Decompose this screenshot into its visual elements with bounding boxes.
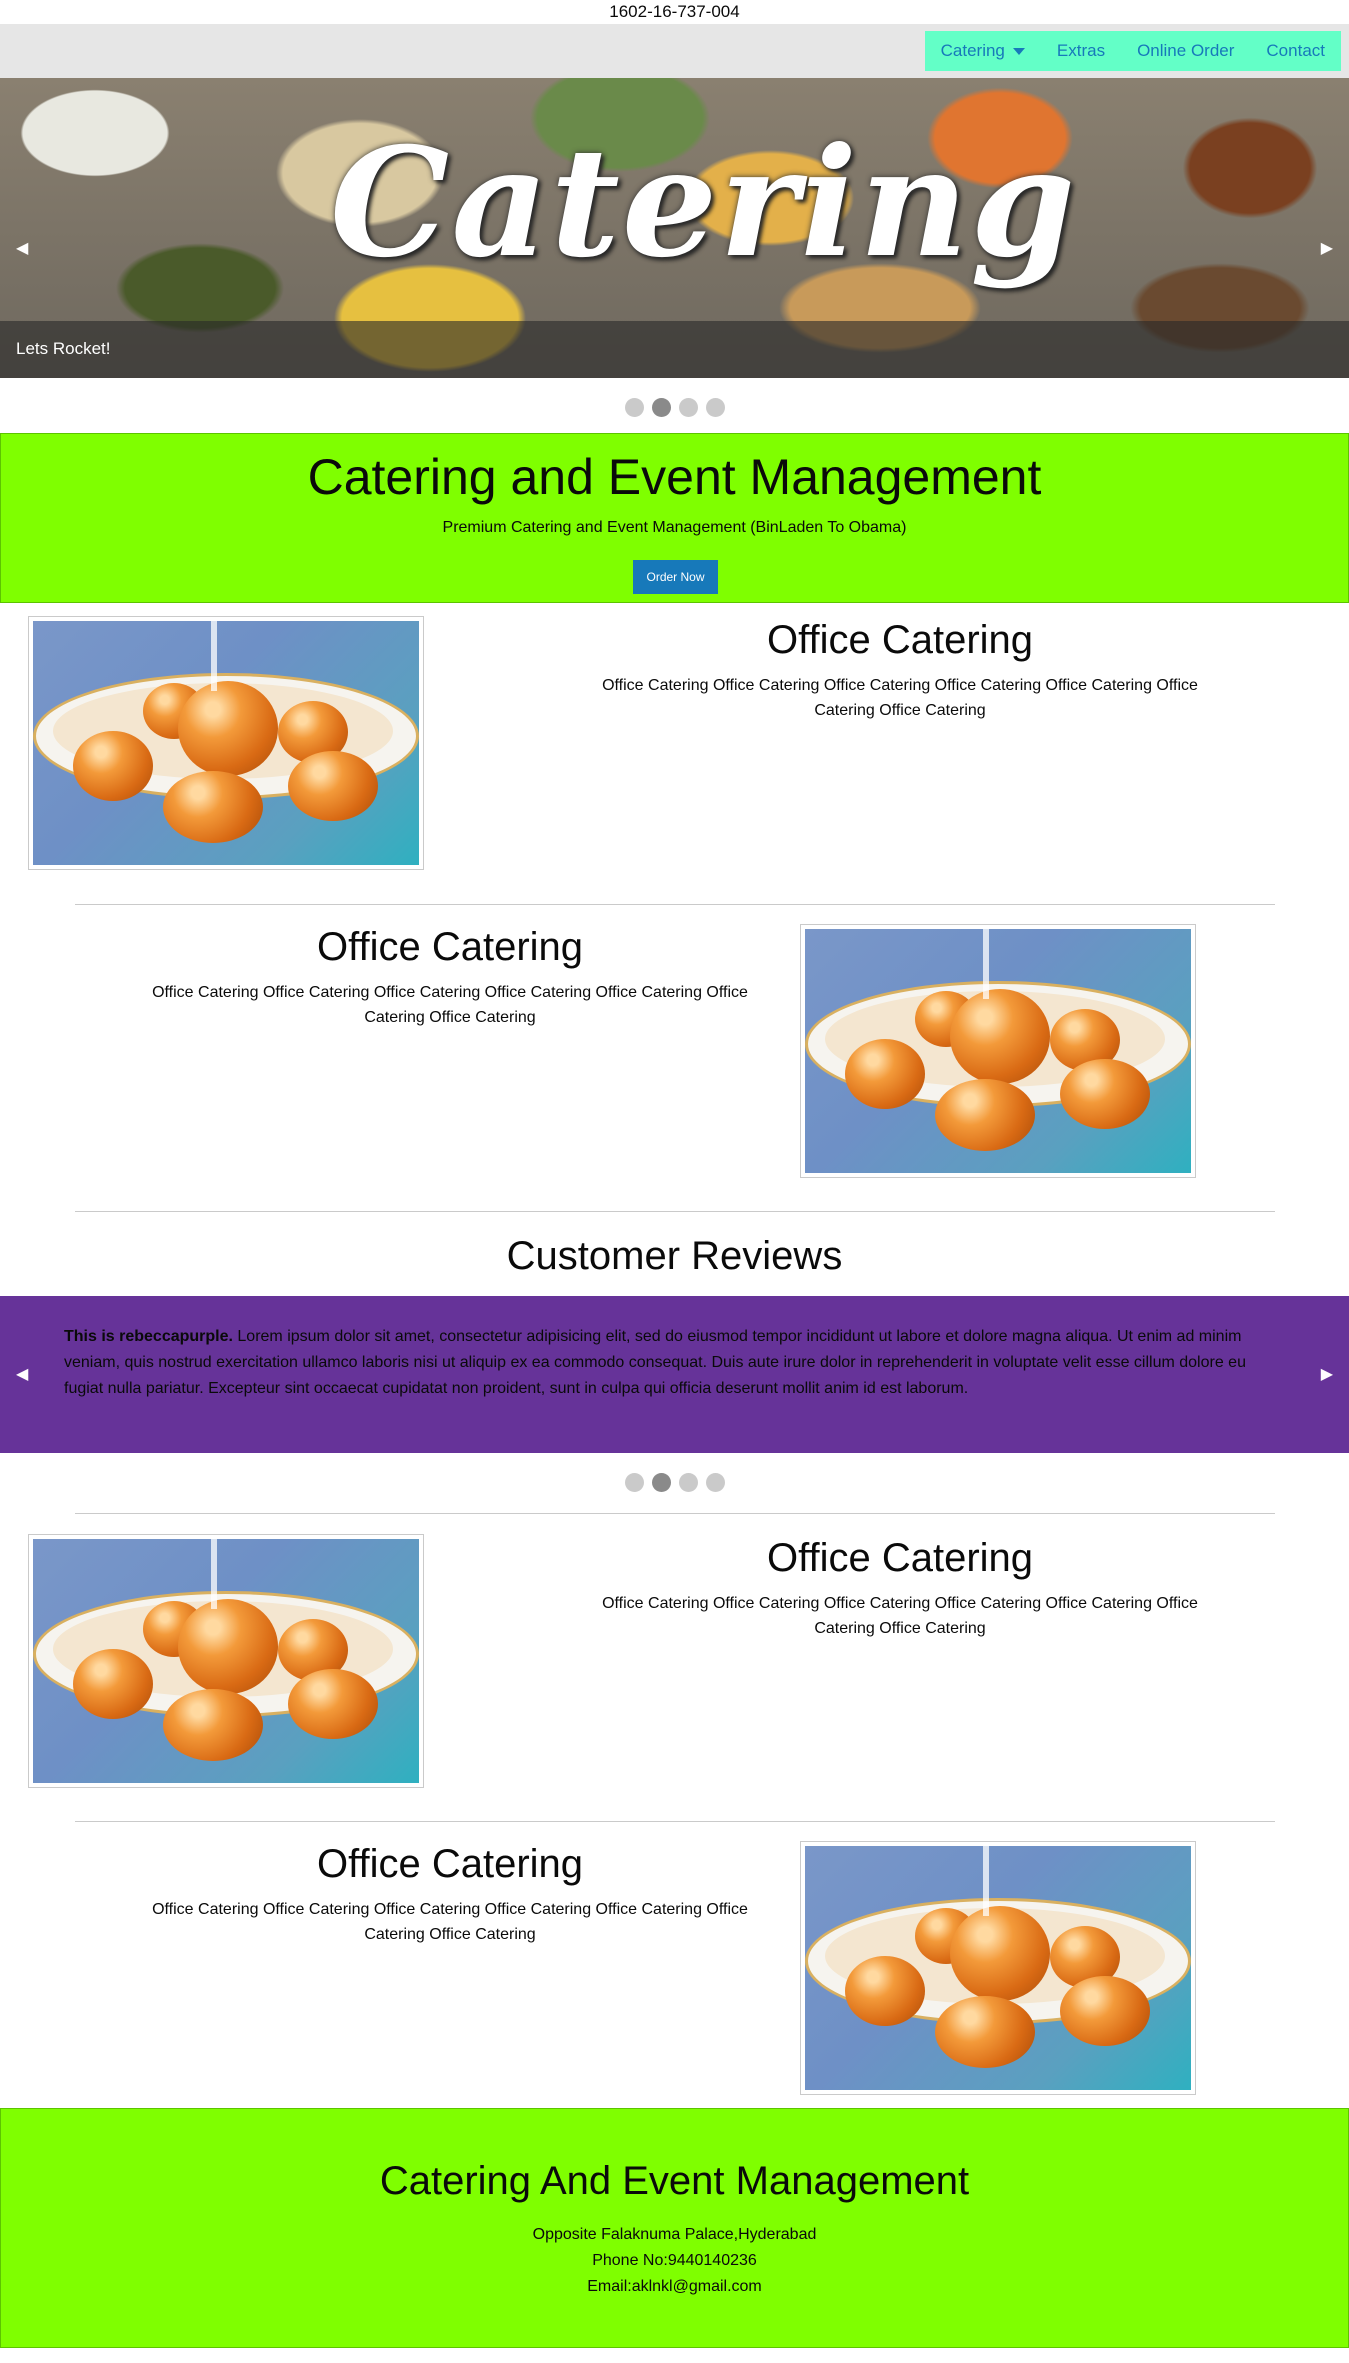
feature-image	[800, 1841, 1196, 2095]
caret-down-icon	[1012, 47, 1025, 55]
divider	[75, 1821, 1275, 1822]
slide-dot-active[interactable]	[651, 1473, 671, 1492]
banner-subtitle: Premium Catering and Event Management (B…	[442, 519, 907, 536]
review-slide-dots	[0, 1473, 1349, 1492]
slide-dot[interactable]	[678, 398, 698, 417]
review-next-arrow-icon[interactable]: ▶	[1321, 1364, 1333, 1384]
nav-item-catering[interactable]: Catering	[925, 31, 1041, 71]
nav-menu: Catering Extras Online Order Contact	[924, 31, 1341, 71]
gulab-jamun-photo	[805, 929, 1191, 1173]
divider	[75, 904, 1275, 905]
nav-item-contact[interactable]: Contact	[1250, 31, 1341, 71]
feature-title: Office Catering	[316, 1842, 584, 1886]
footer-phone: Phone No:9440140236	[592, 2252, 757, 2269]
feature-image	[28, 616, 424, 870]
hero-caption: Lets Rocket!	[16, 339, 111, 358]
nav-item-label: Catering	[940, 41, 1005, 60]
feature-block: Office Catering Office Catering Office C…	[580, 618, 1220, 723]
divider	[75, 1211, 1275, 1212]
slide-dot-active[interactable]	[651, 398, 671, 417]
hero-caption-bar: Lets Rocket!	[0, 321, 1349, 378]
feature-title: Office Catering	[766, 1536, 1034, 1580]
gulab-jamun-photo	[805, 1846, 1191, 2090]
order-now-button[interactable]: Order Now	[633, 560, 718, 594]
slide-dot[interactable]	[705, 1473, 725, 1492]
hero-banner: Catering and Event Management Premium Ca…	[0, 433, 1349, 603]
review-prev-arrow-icon[interactable]: ◀	[16, 1364, 28, 1384]
review-text: This is rebeccapurple. Lorem ipsum dolor…	[64, 1324, 1264, 1402]
divider	[75, 1513, 1275, 1514]
footer: Catering And Event Management Opposite F…	[0, 2108, 1349, 2348]
footer-email: Email:aklnkl@gmail.com	[587, 2278, 762, 2295]
review-bold: This is rebeccapurple.	[64, 1328, 233, 1345]
slide-dot[interactable]	[624, 1473, 644, 1492]
feature-block: Office Catering Office Catering Office C…	[580, 1536, 1220, 1641]
feature-text: Office Catering Office Catering Office C…	[152, 984, 748, 1026]
feature-image	[28, 1534, 424, 1788]
footer-address: Opposite Falaknuma Palace,Hyderabad	[532, 2226, 817, 2243]
feature-title: Office Catering	[766, 618, 1034, 662]
phone-number: 1602-16-737-004	[609, 2, 740, 21]
feature-text: Office Catering Office Catering Office C…	[602, 677, 1198, 719]
feature-block: Office Catering Office Catering Office C…	[130, 925, 770, 1030]
review-body: Lorem ipsum dolor sit amet, consectetur …	[64, 1328, 1246, 1397]
slide-dot[interactable]	[624, 398, 644, 417]
feature-title: Office Catering	[316, 925, 584, 969]
banner-title: Catering and Event Management	[307, 449, 1042, 505]
gulab-jamun-photo	[33, 621, 419, 865]
slide-dot[interactable]	[705, 398, 725, 417]
hero-next-arrow-icon[interactable]: ▶	[1321, 238, 1333, 258]
feature-text: Office Catering Office Catering Office C…	[152, 1901, 748, 1943]
slide-dot[interactable]	[678, 1473, 698, 1492]
nav-item-extras[interactable]: Extras	[1041, 31, 1121, 71]
hero-slide-dots	[0, 398, 1349, 417]
hero-slider: Catering Lets Rocket! ◀ ▶	[0, 78, 1349, 378]
feature-image	[800, 924, 1196, 1178]
nav-item-online-order[interactable]: Online Order	[1121, 31, 1250, 71]
top-navbar: Catering Extras Online Order Contact	[0, 24, 1349, 78]
hero-prev-arrow-icon[interactable]: ◀	[16, 238, 28, 258]
feature-block: Office Catering Office Catering Office C…	[130, 1842, 770, 1947]
hero-catering-lettering: Catering	[330, 115, 1078, 291]
gulab-jamun-photo	[33, 1539, 419, 1783]
footer-title: Catering And Event Management	[379, 2159, 970, 2203]
reviews-slider: This is rebeccapurple. Lorem ipsum dolor…	[0, 1296, 1349, 1453]
feature-text: Office Catering Office Catering Office C…	[602, 1595, 1198, 1637]
reviews-heading: Customer Reviews	[506, 1234, 843, 1278]
